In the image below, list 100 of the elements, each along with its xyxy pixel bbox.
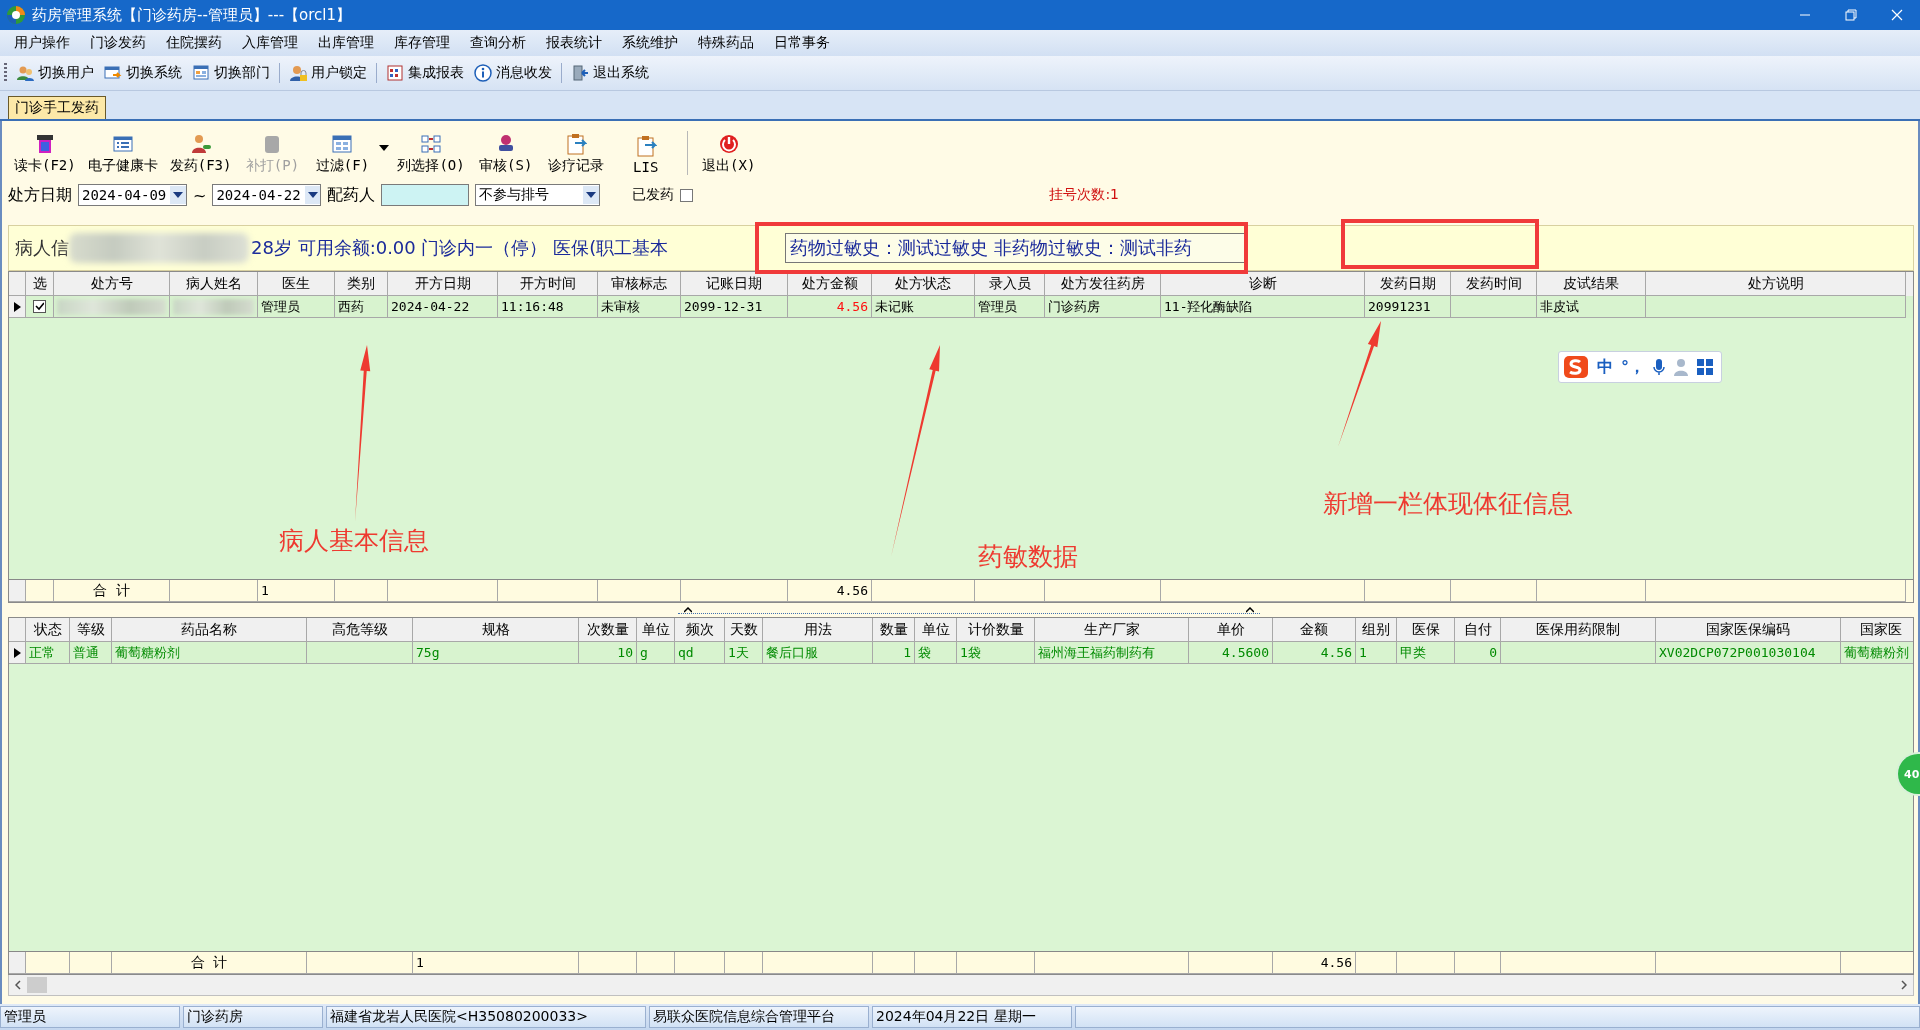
column-swap-icon [420,133,443,155]
table-cell: 甲类 [1397,642,1455,664]
menu-item[interactable]: 住院摆药 [156,34,232,52]
toolbar-button[interactable]: 过滤(F) [307,133,378,175]
microphone-icon[interactable] [1653,358,1665,376]
status-panel: 易联众医院信息综合管理平台 [649,1006,869,1028]
dropdown-caret-icon[interactable] [379,145,390,151]
person-pill-icon [189,133,212,155]
checkbox[interactable] [680,188,694,202]
input-mode-toggle[interactable]: 中 [1597,356,1613,378]
menu-item[interactable]: 库存管理 [384,34,460,52]
toolbar-button[interactable]: 退出系统 [566,60,654,86]
toolbar-button[interactable]: 切换部门 [187,60,275,86]
app-logo-icon [6,5,26,25]
table-cell: g [637,642,675,664]
dropdown-arrow-icon [173,192,184,198]
power-icon [717,133,740,155]
window-grid-icon [192,64,210,82]
date-picker[interactable]: 2024-04-22 [212,184,322,206]
punctuation-toggle[interactable]: °， [1621,356,1645,378]
table-cell: 1袋 [957,642,1035,664]
table-cell: 11:16:48 [498,296,598,318]
toolbar-button[interactable]: 集成报表 [381,60,469,86]
field-label: 处方日期 [8,184,72,206]
total-cell: 1 [413,952,579,974]
menu-item[interactable]: 出库管理 [308,34,384,52]
field-label: 病人信 [15,236,69,260]
row-header[interactable] [9,642,26,664]
dropdown-arrow-icon [307,192,318,198]
table-cell: 10 [579,642,637,664]
table-cell: 葡萄糖粉剂 [112,642,307,664]
table-cell: 0 [1455,642,1501,664]
scroll-right-icon[interactable] [1901,980,1907,990]
splitter-handle[interactable] [678,606,1260,614]
table-cell: 4.56 [788,296,872,318]
toolbar-button[interactable]: 切换系统 [99,60,187,86]
status-panel: 福建省龙岩人民医院<H35080200033> [326,1006,646,1028]
clipboard-icon [634,135,657,157]
status-panel: 2024年04月22日 星期一 [872,1006,1072,1028]
dropdown-arrow-icon [586,192,597,198]
toolbar-button[interactable]: 列选择(O) [391,133,471,175]
menu-item[interactable]: 入库管理 [232,34,308,52]
grid-icon[interactable] [1697,359,1713,375]
field-label: 配药人 [327,184,376,206]
menu-item[interactable]: 系统维护 [612,34,688,52]
total-label: 合 计 [54,580,170,602]
date-picker[interactable]: 2024-04-09 [78,184,187,206]
menu-item[interactable]: 特殊药品 [688,34,764,52]
table-cell: 葡萄糖粉剂 [1841,642,1913,664]
toolbar-button[interactable]: 退出(X) [693,133,764,175]
table-cell: qd [675,642,725,664]
filter-grid-icon [331,133,354,155]
table-cell: 袋 [915,642,957,664]
total-label: 合 计 [112,952,307,974]
close-icon [1891,9,1903,21]
menu-item[interactable]: 用户操作 [4,34,80,52]
menu-item[interactable]: 门诊发药 [80,34,156,52]
toolbar-button[interactable]: 发药(F3) [163,133,238,175]
input-field[interactable] [381,184,470,206]
table-cell: 20991231 [1365,296,1451,318]
scroll-thumb[interactable] [27,977,47,993]
table-cell: 1 [1356,642,1397,664]
menu-item[interactable]: 日常事务 [764,34,840,52]
dropdown[interactable]: 不参与排号 [475,184,601,206]
person-lock-icon [289,64,307,82]
toolbar-button[interactable]: 审核(S) [470,133,541,175]
table-cell: 管理员 [258,296,335,318]
table-cell: 未审核 [598,296,681,318]
toolbar-button[interactable]: 消息收发 [469,60,557,86]
toolbar-button[interactable]: 读卡(F2) [8,133,82,175]
table-cell: 餐后口服 [763,642,873,664]
door-arrow-icon [571,64,589,82]
table-cell: 非皮试 [1537,296,1646,318]
toolbar-button[interactable]: 用户锁定 [284,60,372,86]
menu-item[interactable]: 报表统计 [536,34,612,52]
toolbar-button[interactable]: 切换用户 [11,60,99,86]
s-logo-icon[interactable] [1563,355,1589,379]
table-cell: 11-羟化酶缺陷 [1161,296,1365,318]
toolbar-button[interactable]: 诊疗记录 [540,133,611,175]
toolbar-button[interactable]: LIS [610,135,681,175]
row-header[interactable] [9,296,26,318]
check-icon [35,302,44,311]
total-cell: 4.56 [1273,952,1356,974]
range-separator: ~ [193,185,207,205]
table-cell: XV02DCP072P001030104 [1656,642,1841,664]
window-title: 药房管理系统【门诊药房--管理员】---【orcl1】 [32,5,353,25]
table-cell: 普通 [70,642,112,664]
table-cell: 1天 [725,642,763,664]
visit-count: 挂号次数:1 [1049,186,1120,204]
tab[interactable]: 门诊手工发药 [8,96,106,119]
chevron-up-icon [684,606,692,613]
toolbar-button[interactable]: 电子健康卡 [81,133,164,175]
annotation-label: 新增一栏体现体征信息 [1323,488,1573,520]
menu-item[interactable]: 查询分析 [460,34,536,52]
allergy-field: 药物过敏史：测试过敏史 非药物过敏史：测试非药 [785,233,1247,263]
chevron-up-icon [1246,606,1254,613]
scroll-left-icon[interactable] [15,980,21,990]
total-cell: 1 [258,580,335,602]
table-cell: 4.56 [1273,642,1356,664]
checkbox[interactable] [33,300,46,313]
